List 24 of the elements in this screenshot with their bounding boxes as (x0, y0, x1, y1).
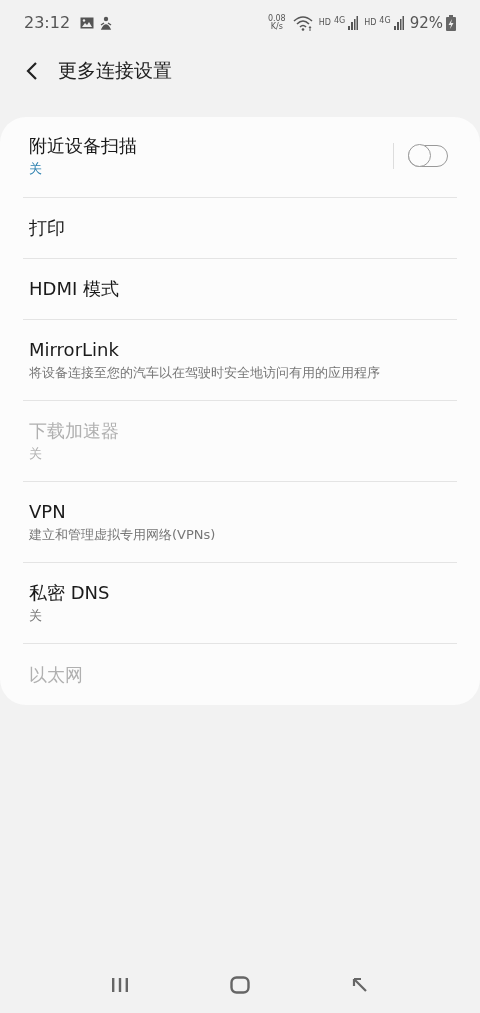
home-icon (230, 976, 250, 994)
hd-label: HD (364, 18, 377, 27)
settings-item[interactable]: 私密 DNS 关 (23, 563, 457, 644)
network-speed: 0.08 (267, 14, 286, 23)
recent-apps-icon (110, 977, 129, 993)
hd-label: HD (318, 18, 331, 27)
settings-item[interactable]: VPN 建立和管理虚拟专用网络(VPNs) (23, 482, 457, 563)
battery-charging-icon (446, 14, 456, 31)
network-type-label: 4G (333, 15, 346, 25)
signal-icon (348, 15, 359, 30)
speed-unit: K/s (270, 22, 283, 31)
page-title: 更多连接设置 (58, 58, 172, 83)
settings-item[interactable]: MirrorLink 将设备连接至您的汽车以在驾驶时安全地访问有用的应用程序 (23, 320, 457, 401)
signal-icon (393, 15, 404, 30)
settings-item[interactable]: HDMI 模式 (23, 259, 457, 320)
settings-item[interactable]: 打印 (23, 198, 457, 259)
back-icon (26, 61, 38, 81)
settings-item[interactable]: 附近设备扫描 关 (23, 117, 457, 198)
figure-icon (100, 15, 113, 30)
image-icon (80, 16, 95, 29)
wifi-icon (292, 14, 313, 31)
network-type-label: 4G (379, 15, 391, 25)
status-time: 23:12 (24, 13, 71, 32)
battery-percent: 92% (409, 13, 443, 32)
